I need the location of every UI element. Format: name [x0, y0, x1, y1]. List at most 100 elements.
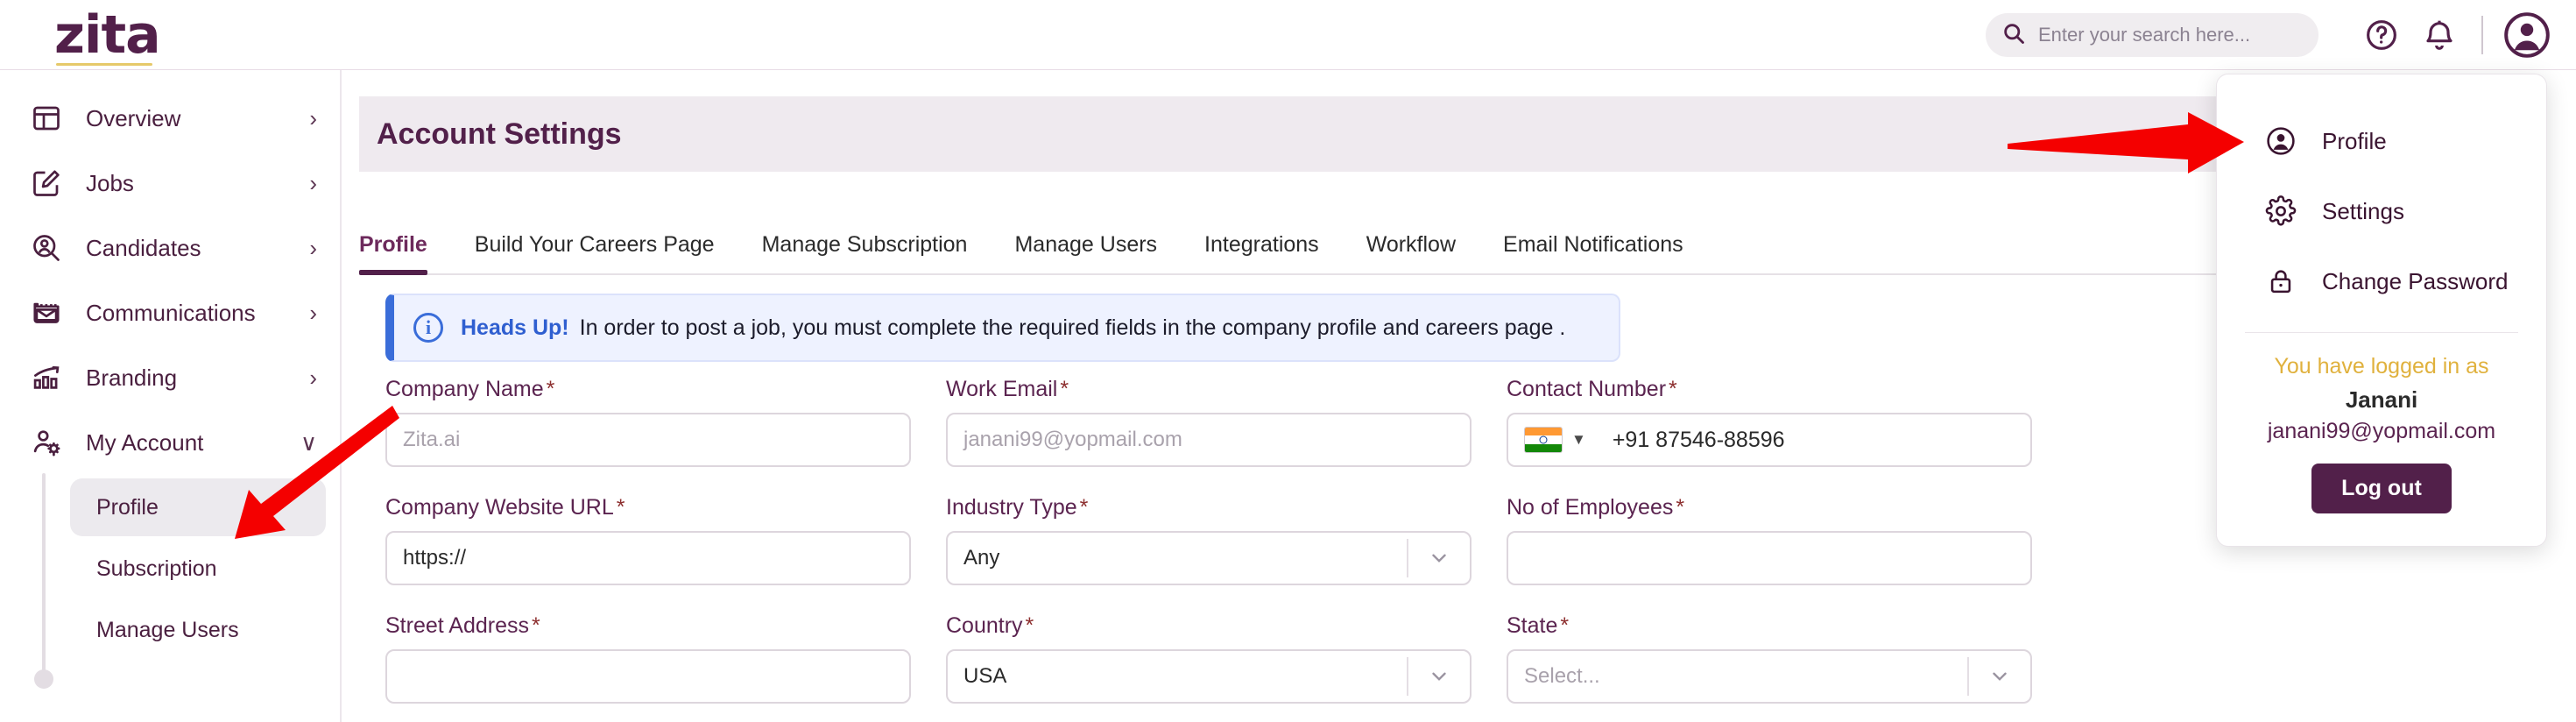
- chevron-down-icon[interactable]: [1408, 665, 1470, 688]
- sidebar-item-label: Communications: [86, 299, 256, 326]
- sidebar-item-manage-users[interactable]: Manage Users: [70, 601, 326, 659]
- top-bar: zita: [0, 0, 2576, 70]
- label-text: Country: [946, 613, 1023, 638]
- company-name-input[interactable]: Zita.ai: [385, 413, 911, 467]
- tab-workflow[interactable]: Workflow: [1366, 232, 1480, 273]
- industry-type-select[interactable]: Any: [946, 531, 1471, 585]
- sidebar-item-label: Candidates: [86, 234, 201, 261]
- field-label: Company Name *: [385, 377, 911, 402]
- tab-profile[interactable]: Profile: [359, 232, 452, 275]
- submenu-connector-dot: [34, 669, 53, 689]
- menu-item-label: Settings: [2322, 197, 2404, 224]
- field-label: No of Employees *: [1507, 495, 2032, 520]
- tab-manage-subscription[interactable]: Manage Subscription: [762, 232, 992, 273]
- required-marker: *: [1079, 495, 1089, 520]
- logout-button[interactable]: Log out: [2311, 464, 2452, 513]
- field-industry-type: Industry Type * Any: [946, 495, 1471, 585]
- sidebar-subitem-label: Subscription: [96, 556, 217, 581]
- contact-number-input[interactable]: ▼ +91 87546-88596: [1507, 413, 2032, 467]
- field-label: Industry Type *: [946, 495, 1471, 520]
- no-of-employees-input[interactable]: [1507, 531, 2032, 585]
- field-work-email: Work Email * janani99@yopmail.com: [946, 377, 1471, 467]
- app-root: zita Enter your search here... Overview …: [0, 0, 2576, 722]
- info-circle-icon: i: [413, 313, 443, 343]
- notification-bell-icon[interactable]: [2417, 12, 2462, 58]
- sidebar-item-branding[interactable]: Branding ›: [0, 345, 340, 410]
- layout-dashboard-icon: [26, 98, 67, 138]
- logged-in-as-label: You have logged in as: [2274, 354, 2489, 379]
- tab-label: Workflow: [1366, 232, 1457, 257]
- chevron-down-icon: ∨: [300, 428, 317, 456]
- label-text: Industry Type: [946, 495, 1077, 520]
- sidebar-item-jobs[interactable]: Jobs ›: [0, 151, 340, 216]
- page-title: Account Settings: [377, 117, 622, 151]
- tab-build-your-careers-page[interactable]: Build Your Careers Page: [475, 232, 739, 273]
- menu-item-label: Profile: [2322, 127, 2387, 154]
- chevron-down-icon[interactable]: [1969, 665, 2030, 688]
- tab-email-notifications[interactable]: Email Notifications: [1503, 232, 1708, 273]
- search-box[interactable]: [1986, 13, 2318, 57]
- avatar[interactable]: [2501, 9, 2553, 61]
- phone-number-value: +91 87546-88596: [1612, 427, 1785, 452]
- required-marker: *: [546, 377, 555, 401]
- sidebar-item-communications[interactable]: Communications ›: [0, 280, 340, 345]
- user-circle-icon: [2262, 125, 2299, 157]
- field-label: State *: [1507, 613, 2032, 639]
- country-select[interactable]: USA: [946, 649, 1471, 704]
- calendar-mail-icon: [26, 293, 67, 333]
- label-text: Work Email: [946, 377, 1058, 401]
- alert-title: Heads Up!: [461, 315, 569, 340]
- state-select[interactable]: Select...: [1507, 649, 2032, 704]
- input-value: Zita.ai: [403, 428, 461, 451]
- menu-item-settings[interactable]: Settings: [2217, 176, 2546, 246]
- alert-message: In order to post a job, you must complet…: [579, 315, 1566, 340]
- tab-manage-users[interactable]: Manage Users: [1014, 232, 1182, 273]
- field-company-name: Company Name * Zita.ai: [385, 377, 911, 467]
- help-icon[interactable]: [2359, 12, 2404, 58]
- user-gear-icon: [26, 422, 67, 463]
- sidebar-item-label: My Account: [86, 428, 204, 456]
- tab-label: Integrations: [1204, 232, 1319, 257]
- chevron-down-icon[interactable]: ▼: [1571, 431, 1586, 449]
- required-marker: *: [531, 613, 540, 638]
- search-icon: [2001, 21, 2026, 50]
- required-marker: *: [1025, 613, 1034, 638]
- field-label: Country *: [946, 613, 1471, 639]
- chevron-down-icon[interactable]: [1408, 547, 1470, 570]
- required-marker: *: [1669, 377, 1677, 401]
- sidebar-item-candidates[interactable]: Candidates ›: [0, 216, 340, 280]
- sidebar-item-label: Branding: [86, 364, 178, 391]
- app-logo[interactable]: zita: [54, 9, 161, 61]
- menu-item-label: Change Password: [2322, 267, 2509, 294]
- form-row-2: Company Website URL * https:// Industry T…: [385, 495, 2190, 585]
- sidebar-subitem-label: Profile: [96, 494, 159, 520]
- field-company-website-url: Company Website URL * https://: [385, 495, 911, 585]
- submenu-connector-line: [42, 473, 46, 673]
- form-row-1: Company Name * Zita.ai Work Email * janani…: [385, 377, 2190, 467]
- search-input[interactable]: [2038, 24, 2301, 46]
- user-dropdown-menu: Profile Settings Change Password You hav…: [2216, 74, 2547, 547]
- input-value: https://: [403, 546, 467, 570]
- field-country: Country * USA: [946, 613, 1471, 704]
- edit-square-icon: [26, 163, 67, 203]
- label-text: No of Employees: [1507, 495, 1674, 520]
- field-contact-number: Contact Number * ▼ +91 87546-88596: [1507, 377, 2032, 467]
- bar-chart-growth-icon: [26, 357, 67, 398]
- select-controls: [1967, 651, 2030, 702]
- work-email-input[interactable]: janani99@yopmail.com: [946, 413, 1471, 467]
- menu-item-change-password[interactable]: Change Password: [2217, 246, 2546, 316]
- field-label: Company Website URL *: [385, 495, 911, 520]
- sidebar-item-subscription[interactable]: Subscription: [70, 540, 326, 598]
- settings-tabs: Profile Build Your Careers Page Manage S…: [359, 219, 2216, 275]
- company-website-url-input[interactable]: https://: [385, 531, 911, 585]
- menu-item-profile[interactable]: Profile: [2217, 106, 2546, 176]
- tab-integrations[interactable]: Integrations: [1204, 232, 1344, 273]
- india-flag-icon[interactable]: [1524, 427, 1563, 453]
- sidebar-item-my-account[interactable]: My Account ∨: [0, 410, 340, 475]
- company-profile-form: Company Name * Zita.ai Work Email * janani…: [385, 377, 2190, 722]
- required-marker: *: [1560, 613, 1570, 638]
- sidebar-item-overview[interactable]: Overview ›: [0, 86, 340, 151]
- street-address-input[interactable]: [385, 649, 911, 704]
- field-label: Work Email *: [946, 377, 1471, 402]
- sidebar-item-profile[interactable]: Profile: [70, 478, 326, 536]
